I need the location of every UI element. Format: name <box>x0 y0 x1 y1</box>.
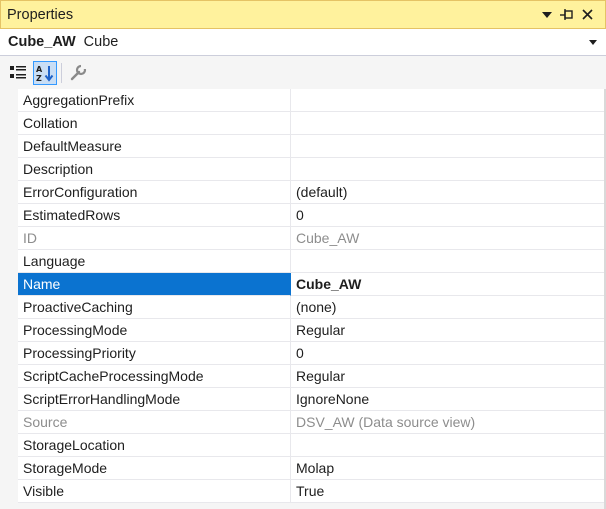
pin-icon[interactable] <box>559 6 575 24</box>
property-name[interactable]: Source <box>18 411 291 434</box>
property-row[interactable]: EstimatedRows 0 <box>0 204 606 227</box>
property-value[interactable] <box>291 112 606 135</box>
svg-text:Z: Z <box>36 74 42 82</box>
property-row[interactable]: ScriptErrorHandlingMode IgnoreNone <box>0 388 606 411</box>
window-titlebar: Properties <box>0 0 606 29</box>
property-value[interactable]: True <box>291 480 606 503</box>
property-name[interactable]: StorageMode <box>18 457 291 480</box>
svg-text:A: A <box>36 65 43 74</box>
row-gutter <box>0 365 18 388</box>
property-row[interactable]: StorageLocation <box>0 434 606 457</box>
property-grid: AggregationPrefix Collation DefaultMeasure… <box>0 89 606 509</box>
row-gutter <box>0 250 18 273</box>
row-gutter <box>0 457 18 480</box>
property-value[interactable]: Regular <box>291 365 606 388</box>
property-row[interactable]: ScriptCacheProcessingMode Regular <box>0 365 606 388</box>
property-value[interactable]: Regular <box>291 319 606 342</box>
property-name[interactable]: ErrorConfiguration <box>18 181 291 204</box>
property-value[interactable]: 0 <box>291 342 606 365</box>
object-name: Cube_AW <box>8 34 76 50</box>
property-row[interactable]: Language <box>0 250 606 273</box>
property-value[interactable] <box>291 434 606 457</box>
property-value[interactable]: (none) <box>291 296 606 319</box>
property-value[interactable]: (default) <box>291 181 606 204</box>
property-name[interactable]: ProactiveCaching <box>18 296 291 319</box>
row-gutter <box>0 89 18 112</box>
property-name[interactable]: Description <box>18 158 291 181</box>
row-gutter <box>0 227 18 250</box>
property-row[interactable]: ProactiveCaching (none) <box>0 296 606 319</box>
property-name[interactable]: ScriptErrorHandlingMode <box>18 388 291 411</box>
property-name[interactable]: ProcessingPriority <box>18 342 291 365</box>
property-row[interactable]: ID Cube_AW <box>0 227 606 250</box>
property-value[interactable]: Molap <box>291 457 606 480</box>
property-value[interactable] <box>291 158 606 181</box>
property-name[interactable]: AggregationPrefix <box>18 89 291 112</box>
row-gutter <box>0 204 18 227</box>
property-row[interactable]: ErrorConfiguration (default) <box>0 181 606 204</box>
properties-toolbar: A Z <box>0 57 606 88</box>
chevron-down-icon[interactable] <box>584 39 602 45</box>
row-gutter <box>0 135 18 158</box>
row-gutter <box>0 319 18 342</box>
window-options-dropdown-icon[interactable] <box>539 6 555 24</box>
property-name[interactable]: Visible <box>18 480 291 503</box>
property-row[interactable]: AggregationPrefix <box>0 89 606 112</box>
row-gutter <box>0 181 18 204</box>
row-gutter <box>0 273 18 296</box>
property-value[interactable] <box>291 89 606 112</box>
close-icon[interactable] <box>579 6 595 24</box>
window-title: Properties <box>7 6 74 23</box>
property-name[interactable]: ScriptCacheProcessingMode <box>18 365 291 388</box>
property-row[interactable]: ProcessingPriority 0 <box>0 342 606 365</box>
property-value[interactable]: IgnoreNone <box>291 388 606 411</box>
row-gutter <box>0 480 18 503</box>
row-gutter <box>0 388 18 411</box>
property-value: DSV_AW (Data source view) <box>291 411 606 434</box>
property-name[interactable]: Collation <box>18 112 291 135</box>
property-row[interactable]: Visible True <box>0 480 606 503</box>
property-pages-icon[interactable] <box>66 61 90 85</box>
property-value: Cube_AW <box>291 227 606 250</box>
property-value[interactable] <box>291 250 606 273</box>
row-gutter <box>0 158 18 181</box>
property-name[interactable]: EstimatedRows <box>18 204 291 227</box>
property-value[interactable]: Cube_AW <box>291 273 606 296</box>
row-gutter <box>0 411 18 434</box>
property-name[interactable]: ProcessingMode <box>18 319 291 342</box>
property-name[interactable]: DefaultMeasure <box>18 135 291 158</box>
property-row[interactable]: Source DSV_AW (Data source view) <box>0 411 606 434</box>
property-row[interactable]: StorageMode Molap <box>0 457 606 480</box>
property-name[interactable]: Language <box>18 250 291 273</box>
toolbar-divider <box>61 62 62 83</box>
property-row[interactable]: Name Cube_AW <box>0 273 606 296</box>
property-row[interactable]: Description <box>0 158 606 181</box>
property-name[interactable]: Name <box>18 273 291 296</box>
alphabetical-icon[interactable]: A Z <box>33 60 57 85</box>
row-gutter <box>0 296 18 319</box>
property-row[interactable]: Collation <box>0 112 606 135</box>
property-row[interactable]: ProcessingMode Regular <box>0 319 606 342</box>
row-gutter <box>0 342 18 365</box>
property-name[interactable]: ID <box>18 227 291 250</box>
object-selector[interactable]: Cube_AW Cube <box>0 29 606 56</box>
property-name[interactable]: StorageLocation <box>18 434 291 457</box>
property-value[interactable]: 0 <box>291 204 606 227</box>
object-type: Cube <box>83 34 119 50</box>
categorized-icon[interactable] <box>6 61 30 85</box>
row-gutter <box>0 112 18 135</box>
property-value[interactable] <box>291 135 606 158</box>
property-row[interactable]: DefaultMeasure <box>0 135 606 158</box>
row-gutter <box>0 434 18 457</box>
